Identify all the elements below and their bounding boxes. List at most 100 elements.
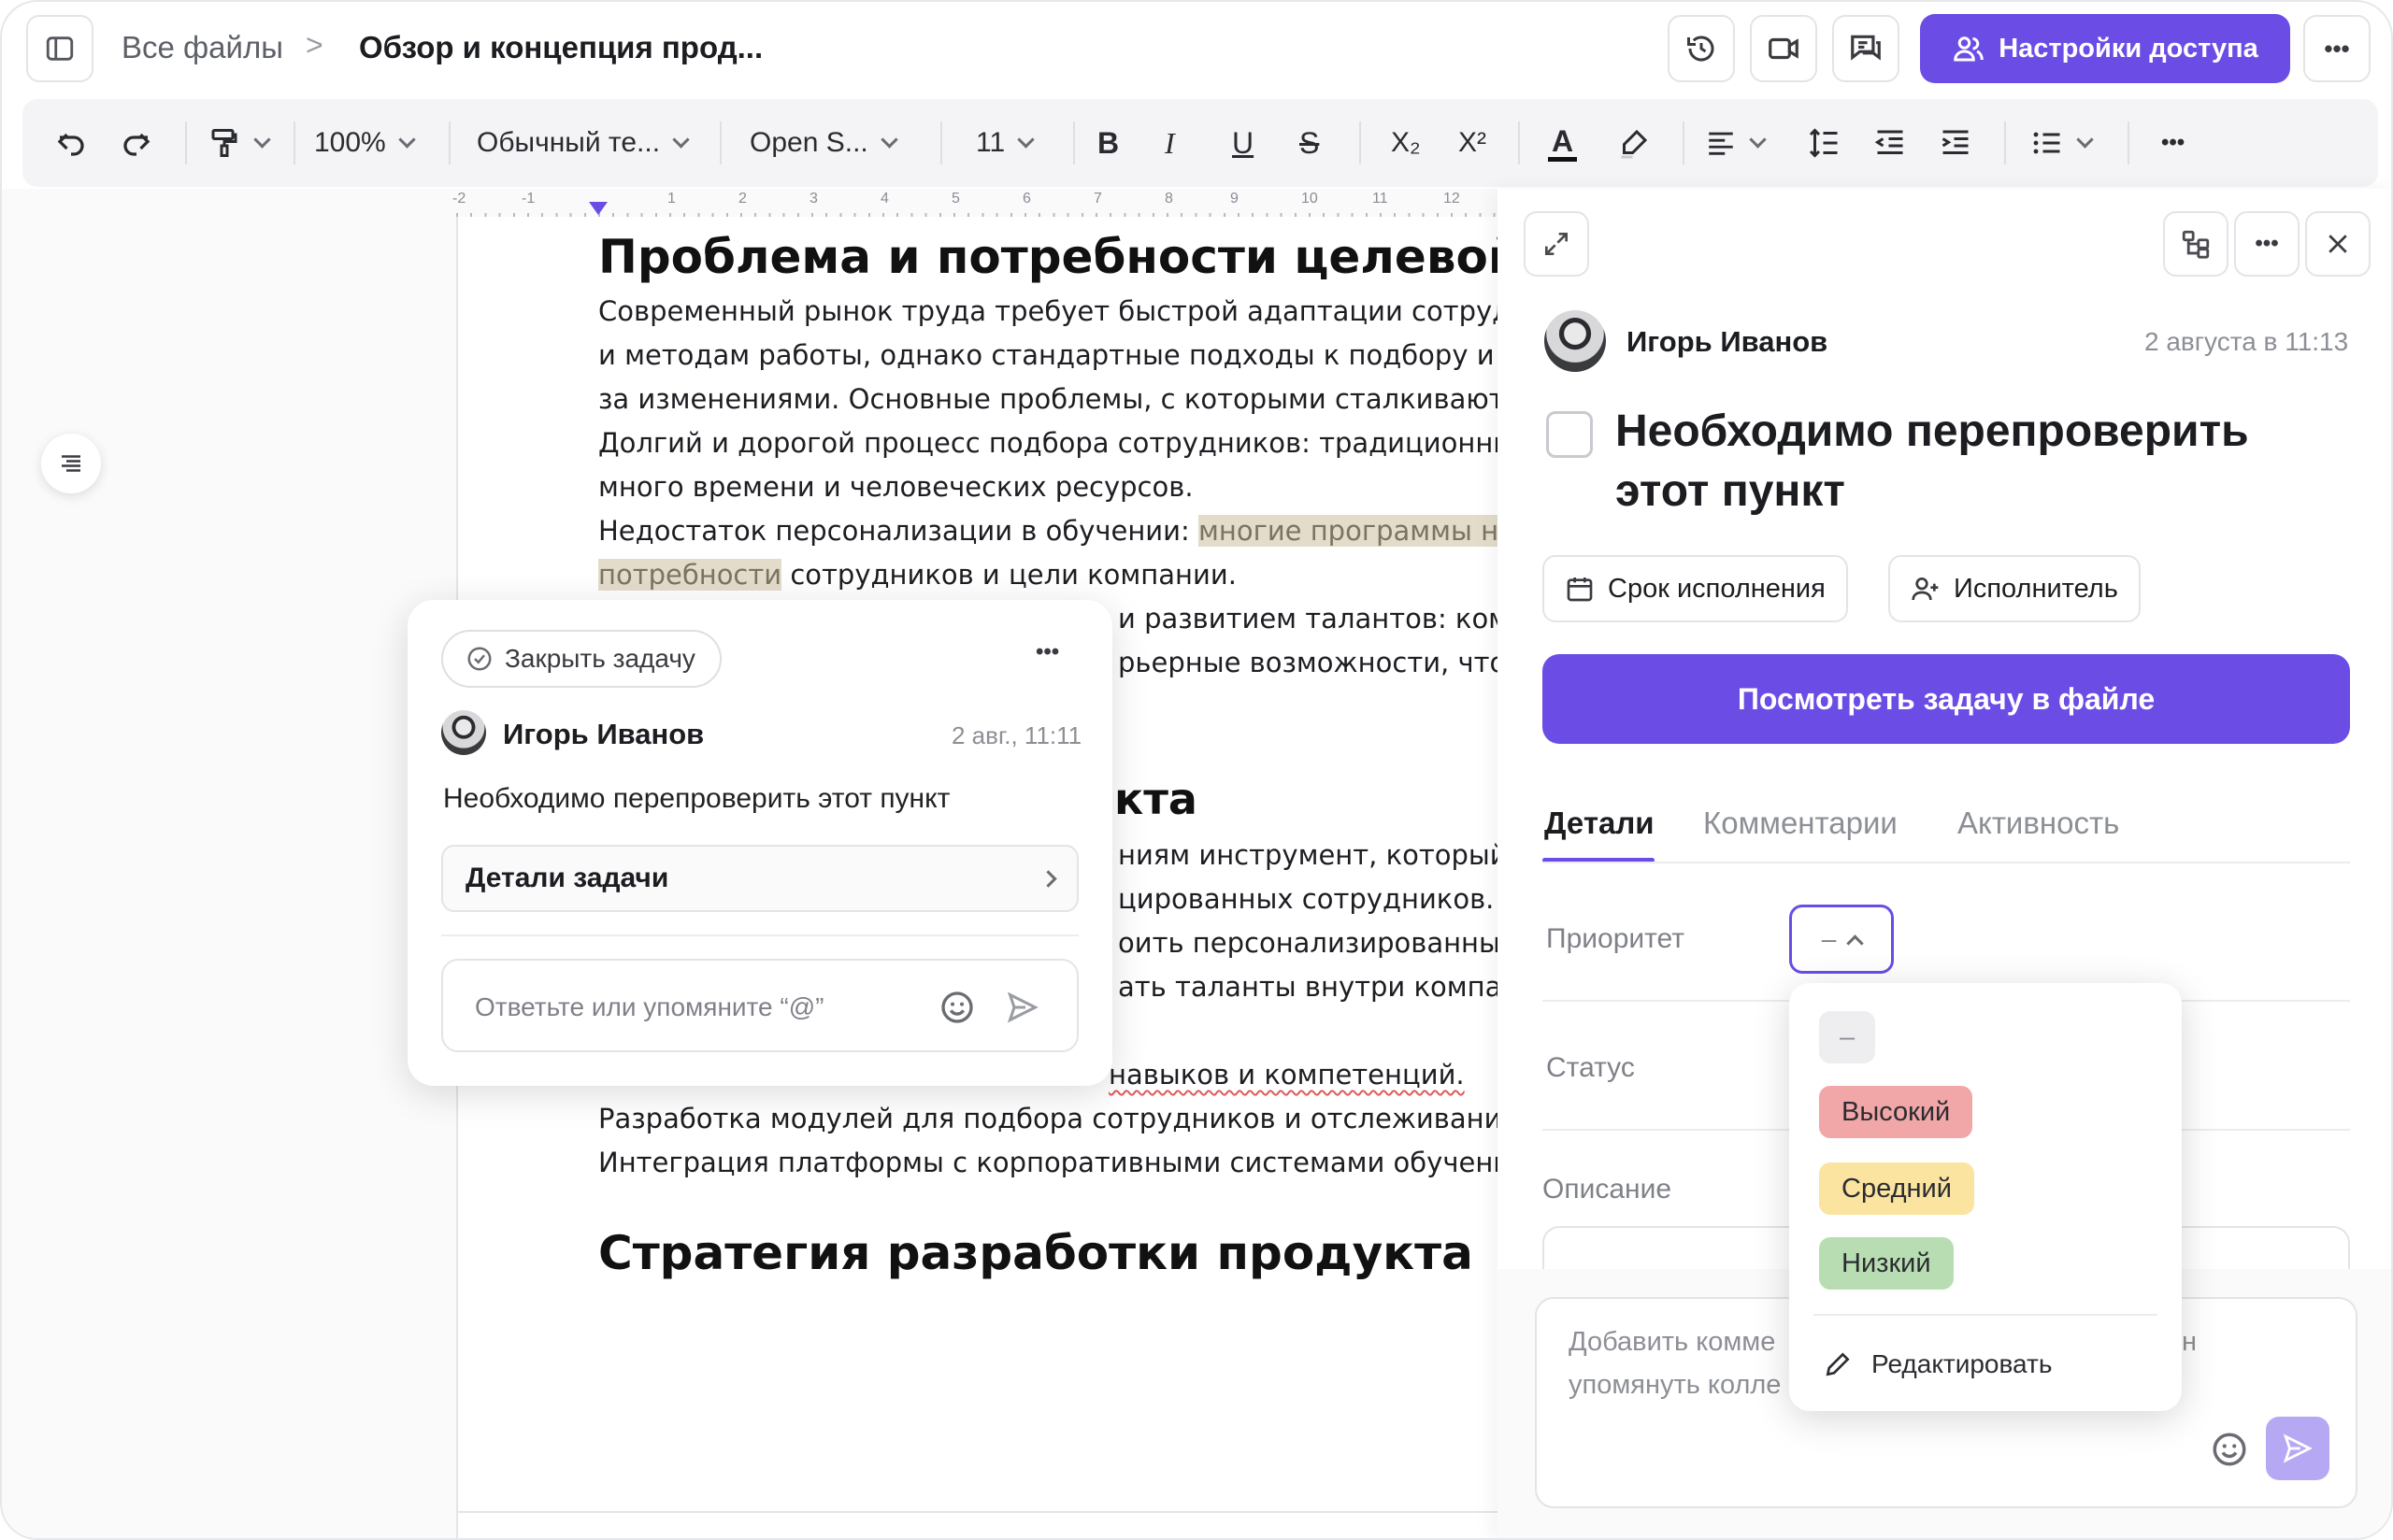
history-icon [1687,36,1714,62]
document-title[interactable]: Обзор и концепция прод... [359,30,763,65]
highlight-button[interactable] [1617,99,1651,187]
comment-placeholder: Добавить комме [1569,1327,1776,1357]
send-icon[interactable] [1006,991,1039,1024]
avatar [441,710,486,755]
popup-more-button[interactable]: ••• [1036,639,1059,665]
bold-button[interactable]: B [1097,99,1119,187]
history-button[interactable] [1668,15,1735,82]
more-icon: ••• [2255,231,2279,256]
chevron-right-icon [1039,869,1057,888]
hierarchy-icon [2182,230,2210,259]
outdent-icon [1874,130,1903,154]
bullet-list-icon [2033,132,2060,154]
task-title-line: Необходимо перепроверить [1615,406,2249,456]
chevron-down-icon [398,130,416,149]
zoom-select[interactable]: 100% [314,99,416,187]
tabs-divider [1542,862,2350,863]
users-icon [1954,36,1984,62]
avatar [1544,310,1606,372]
toolbar-divider [720,121,722,164]
subscript-button[interactable]: X₂ [1391,99,1421,187]
paint-roller-icon [211,129,237,157]
breadcrumb-all-files[interactable]: Все файлы [122,30,283,65]
indent-button[interactable] [1939,99,1972,187]
redo-icon [123,133,150,156]
send-comment-button[interactable] [2266,1417,2329,1480]
underline-button[interactable]: U [1232,99,1254,187]
reply-input[interactable]: Ответьте или упомяните “@” [441,959,1079,1052]
chevron-down-icon [672,130,690,149]
tab-details[interactable]: Детали [1544,806,1655,841]
due-date-button[interactable]: Срок исполнения [1542,555,1848,622]
paragraph-line: Интеграция платформы с корпоративными си… [598,1147,1536,1178]
font-size-select[interactable]: 11 [976,99,1035,187]
text-style-select[interactable]: Обычный те... [477,99,690,187]
sidebar-toggle-button[interactable] [26,15,93,82]
priority-option-medium[interactable]: Средний [1819,1162,1974,1215]
paragraph-line: цированных сотрудников. [1118,883,1495,915]
task-complete-checkbox[interactable] [1546,411,1593,458]
close-panel-button[interactable] [2305,211,2371,277]
line-spacing-button[interactable] [1808,99,1841,187]
task-details-button[interactable]: Детали задачи [441,845,1079,912]
view-task-in-file-button[interactable]: Посмотреть задачу в файле [1542,654,2350,744]
paragraph-line: за изменениями. Основные проблемы, с кот… [598,383,1561,415]
priority-option-low[interactable]: Низкий [1819,1237,1954,1290]
priority-option-high[interactable]: Высокий [1819,1086,1973,1138]
outdent-button[interactable] [1873,99,1907,187]
paragraph-line: Современный рынок труда требует быстрой … [598,295,1580,327]
close-icon [2329,235,2347,253]
outline-button[interactable] [41,434,101,493]
paragraph-line: оить персонализированные п [1118,927,1543,959]
redo-button[interactable] [120,99,153,187]
priority-value: – [1821,924,1837,953]
priority-option-none[interactable]: – [1819,1011,1876,1063]
assignee-button[interactable]: Исполнитель [1888,555,2141,622]
more-menu-button[interactable]: ••• [2303,15,2371,82]
font-family-value: Open S... [750,127,868,158]
ruler-label: -1 [522,191,536,207]
hierarchy-button[interactable] [2163,211,2228,277]
panel-more-button[interactable]: ••• [2234,211,2300,277]
comments-button[interactable] [1832,15,1899,82]
expand-button[interactable] [1524,211,1589,277]
emoji-icon[interactable] [939,989,976,1026]
video-call-button[interactable] [1750,15,1817,82]
tab-comments[interactable]: Комментарии [1703,806,1898,841]
ruler-label: 12 [1443,191,1460,207]
edit-priorities-button[interactable]: Редактировать [1823,1338,2052,1390]
close-task-button[interactable]: Закрыть задачу [441,630,722,688]
priority-dropdown: – Высокий Средний Низкий Редактировать [1789,983,2182,1411]
paragraph-line: навыков и компетенций. [1109,1059,1465,1091]
text-color-button[interactable]: A [1548,99,1578,187]
tab-activity[interactable]: Активность [1957,806,2119,841]
emoji-icon[interactable] [2210,1430,2249,1469]
superscript-button[interactable]: X² [1458,99,1486,187]
description-label: Описание [1542,1174,1672,1205]
strikethrough-button[interactable]: S [1299,99,1319,187]
priority-select[interactable]: – [1789,905,1894,974]
paragraph-line: рьерные возможности, что пр [1118,647,1550,678]
top-bar: Все файлы > Обзор и концепция прод... На… [2,2,2391,95]
strikethrough-icon: S [1299,125,1320,160]
chevron-down-icon [1017,130,1035,149]
paragraph-line: Недостаток персонализации в обучении: мн… [598,509,1556,553]
undo-button[interactable] [54,99,88,187]
ruler-label: 10 [1301,191,1318,207]
format-painter-button[interactable] [208,99,271,187]
document-page-next[interactable] [456,1511,1578,1538]
toolbar-more-button[interactable]: ••• [2161,99,2185,187]
align-select[interactable] [1705,99,1767,187]
video-icon [1769,37,1798,60]
font-family-select[interactable]: Open S... [750,99,898,187]
ruler-label: 11 [1372,191,1388,207]
italic-button[interactable]: I [1165,99,1175,187]
priority-option-label: Высокий [1841,1096,1951,1127]
list-select[interactable] [2030,99,2094,187]
toolbar-divider [294,121,295,164]
paragraph-line: и методам работы, однако стандартные под… [598,339,1585,371]
highlighted-text[interactable]: потребности [598,559,782,591]
ruler-label: 6 [1023,191,1031,207]
share-settings-button[interactable]: Настройки доступа [1920,14,2290,83]
indent-icon [1942,130,1969,154]
